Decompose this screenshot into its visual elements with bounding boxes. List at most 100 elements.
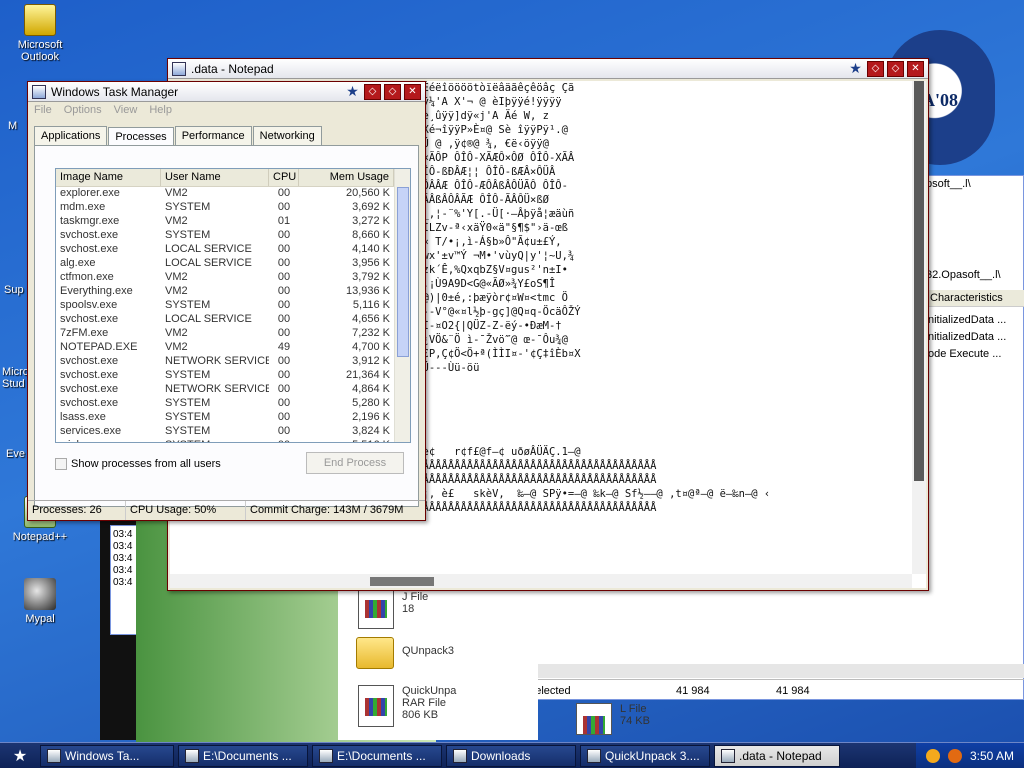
table-row[interactable]: mdm.exe SYSTEM 00 3,692 K bbox=[56, 201, 410, 215]
close-button[interactable]: ✕ bbox=[907, 60, 924, 77]
list-item[interactable]: nitializedData ... bbox=[928, 312, 1006, 329]
menu-help[interactable]: Help bbox=[149, 104, 172, 118]
table-cell: SYSTEM bbox=[165, 201, 211, 213]
table-row[interactable]: svchost.exe SYSTEM 00 21,364 K bbox=[56, 369, 410, 383]
table-cell: 00 bbox=[277, 201, 291, 213]
table-cell: 4,700 K bbox=[352, 341, 390, 353]
taskbar-item[interactable]: E:\Documents ... bbox=[178, 744, 308, 767]
table-row[interactable]: explorer.exe VM2 00 20,560 K bbox=[56, 187, 410, 201]
column-header[interactable]: Characteristics bbox=[926, 290, 1024, 307]
desktop-icon-label: Mypal bbox=[25, 613, 55, 625]
column-header-cpu[interactable]: CPU bbox=[269, 169, 299, 186]
menu-options[interactable]: Options bbox=[64, 104, 102, 118]
clock[interactable]: 3:50 AM bbox=[970, 749, 1014, 763]
table-row[interactable]: services.exe SYSTEM 00 3,824 K bbox=[56, 425, 410, 439]
taskbar-item[interactable]: QuickUnpack 3.... bbox=[580, 744, 710, 767]
table-cell: 21,364 K bbox=[345, 369, 390, 381]
table-row[interactable]: svchost.exe LOCAL SERVICE 00 4,140 K bbox=[56, 243, 410, 257]
taskbar-item-active[interactable]: .data - Notepad bbox=[714, 744, 840, 767]
table-cell: taskmgr.exe bbox=[60, 215, 120, 227]
menu-file[interactable]: File bbox=[34, 104, 52, 118]
table-cell: SYSTEM bbox=[165, 425, 211, 437]
title-bar[interactable]: .data - Notepad ★ ◇ ◇ ✕ bbox=[168, 59, 928, 79]
folder-item[interactable]: QUnpack3 bbox=[356, 637, 454, 669]
table-row[interactable]: svchost.exe NETWORK SERVICE 00 3,912 K bbox=[56, 355, 410, 369]
menu-view[interactable]: View bbox=[114, 104, 138, 118]
table-row[interactable]: svchost.exe SYSTEM 00 5,280 K bbox=[56, 397, 410, 411]
show-all-processes[interactable]: Show processes from all users bbox=[55, 458, 221, 470]
column-header-image-name[interactable]: Image Name bbox=[56, 169, 161, 186]
table-cell: svchost.exe bbox=[60, 243, 119, 255]
title-bar[interactable]: Windows Task Manager ★ ◇ ◇ ✕ bbox=[28, 82, 425, 102]
maximize-button[interactable]: ◇ bbox=[384, 83, 401, 100]
menu-bar: File Options View Help bbox=[28, 102, 425, 120]
table-row[interactable]: svchost.exe NETWORK SERVICE 00 4,864 K bbox=[56, 383, 410, 397]
taskbar-item[interactable]: E:\Documents ... bbox=[312, 744, 442, 767]
table-cell: 00 bbox=[277, 271, 291, 283]
start-button[interactable]: ★ bbox=[0, 746, 40, 766]
list-item[interactable]: ode Execute ... bbox=[928, 346, 1006, 363]
search-icon[interactable] bbox=[947, 748, 962, 763]
scroll-thumb[interactable] bbox=[370, 577, 434, 586]
table-row[interactable]: ctfmon.exe VM2 00 3,792 K bbox=[56, 271, 410, 285]
window-title: Windows Task Manager bbox=[51, 84, 179, 99]
desktop-icon-mypal[interactable]: Mypal bbox=[2, 578, 78, 625]
table-row[interactable]: 7zFM.exe VM2 00 7,232 K bbox=[56, 327, 410, 341]
maximize-button[interactable]: ◇ bbox=[887, 60, 904, 77]
tab-networking[interactable]: Networking bbox=[252, 126, 322, 145]
table-row[interactable]: spoolsv.exe SYSTEM 00 5,116 K bbox=[56, 299, 410, 313]
table-row[interactable]: svchost.exe SYSTEM 00 8,660 K bbox=[56, 229, 410, 243]
list-item[interactable]: nitializedData ... bbox=[928, 329, 1006, 346]
horizontal-scrollbar[interactable] bbox=[468, 664, 1024, 678]
table-row[interactable]: taskmgr.exe VM2 01 3,272 K bbox=[56, 215, 410, 229]
table-row[interactable]: NOTEPAD.EXE VM2 49 4,700 K bbox=[56, 341, 410, 355]
column-header-user-name[interactable]: User Name bbox=[161, 169, 269, 186]
desktop-icon-outlook[interactable]: Microsoft Outlook bbox=[2, 4, 78, 63]
path-fragment: psoft__.l\ bbox=[926, 178, 971, 190]
star-icon[interactable]: ★ bbox=[344, 84, 361, 100]
table-cell: 4,140 K bbox=[352, 243, 390, 255]
tab-processes[interactable]: Processes bbox=[108, 127, 174, 146]
status-bar: 1 / 3 object(s) selected 41 984 41 984 bbox=[456, 679, 1024, 701]
task-manager-window[interactable]: Windows Task Manager ★ ◇ ◇ ✕ File Option… bbox=[27, 81, 426, 521]
table-cell: NETWORK SERVICE bbox=[165, 355, 269, 367]
table-cell: 5,116 K bbox=[352, 299, 390, 311]
star-icon[interactable]: ★ bbox=[847, 61, 864, 77]
table-cell: SYSTEM bbox=[165, 229, 211, 241]
table-cell: 00 bbox=[277, 369, 291, 381]
column-header-mem-usage[interactable]: Mem Usage bbox=[299, 169, 394, 186]
tray-icon[interactable] bbox=[925, 748, 940, 763]
table-row[interactable]: winlogon.exeSYSTEM005,516 K bbox=[56, 439, 410, 442]
tab-performance[interactable]: Performance bbox=[174, 126, 252, 145]
file-item[interactable]: QuickUnpa RAR File 806 KB bbox=[358, 685, 456, 727]
end-process-button[interactable]: End Process bbox=[306, 452, 404, 474]
minimize-button[interactable]: ◇ bbox=[867, 60, 884, 77]
taskmgr-icon bbox=[32, 84, 46, 99]
table-row[interactable]: Everything.exe VM2 00 13,936 K bbox=[56, 285, 410, 299]
table-cell: ctfmon.exe bbox=[60, 271, 114, 283]
taskbar-item[interactable]: Windows Ta... bbox=[40, 744, 174, 767]
table-cell: 5,516 K bbox=[299, 439, 394, 442]
path-fragment: 32.Opasoft__.l\ bbox=[926, 269, 1001, 281]
table-row[interactable]: lsass.exe SYSTEM 00 2,196 K bbox=[56, 411, 410, 425]
table-row[interactable]: svchost.exe LOCAL SERVICE 00 4,656 K bbox=[56, 313, 410, 327]
scroll-thumb[interactable] bbox=[397, 187, 409, 357]
close-button[interactable]: ✕ bbox=[404, 83, 421, 100]
file-item[interactable]: L File 74 KB bbox=[576, 703, 650, 735]
scroll-thumb[interactable] bbox=[914, 81, 924, 481]
process-list[interactable]: Image Name User Name CPU Mem Usage explo… bbox=[55, 168, 411, 443]
taskbar-item[interactable]: Downloads bbox=[446, 744, 576, 767]
process-rows: explorer.exe VM2 00 20,560 Kmdm.exe SYSTEM 00… bbox=[56, 187, 410, 442]
tab-applications[interactable]: Applications bbox=[34, 126, 108, 145]
table-row[interactable]: alg.exe LOCAL SERVICE 00 3,956 K bbox=[56, 257, 410, 271]
minimize-button[interactable]: ◇ bbox=[364, 83, 381, 100]
vertical-scrollbar[interactable] bbox=[912, 81, 926, 574]
show-all-checkbox[interactable] bbox=[55, 458, 67, 470]
horizontal-scrollbar[interactable] bbox=[170, 574, 912, 588]
log-window: 03:4 03:4 03:4 03:4 03:4 bbox=[110, 525, 138, 635]
file-list-pane[interactable]: J File 18 QUnpack3 QuickUnpa RAR File 806 K… bbox=[338, 585, 538, 740]
table-cell: alg.exe bbox=[60, 257, 96, 269]
vertical-scrollbar[interactable] bbox=[394, 169, 410, 442]
file-item[interactable]: J File 18 bbox=[358, 587, 428, 629]
table-cell: 5,280 K bbox=[352, 397, 390, 409]
